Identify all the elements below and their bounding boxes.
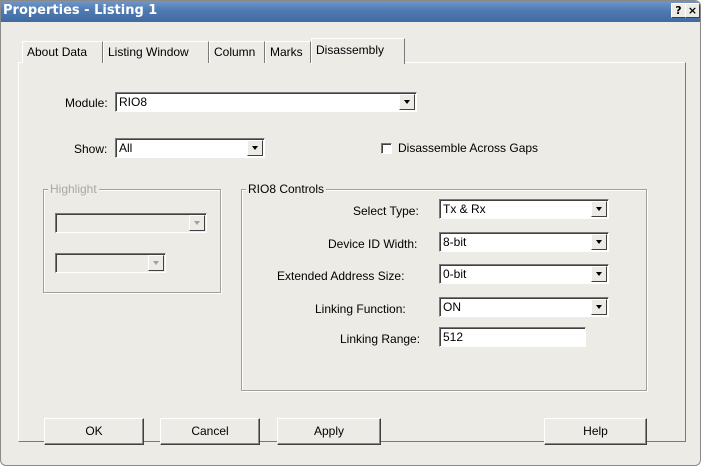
ok-button[interactable]: OK xyxy=(44,418,144,445)
title-bar: Properties - Listing 1 ? × xyxy=(1,1,700,22)
module-select[interactable]: RIO8 xyxy=(115,92,417,112)
chevron-down-icon xyxy=(148,255,164,271)
highlight-group: Highlight xyxy=(43,182,221,293)
highlight-select-2 xyxy=(55,253,166,273)
extended-address-size-value: 0-bit xyxy=(443,267,467,281)
module-label: Module: xyxy=(65,96,108,110)
linking-range-input[interactable]: 512 xyxy=(439,327,586,347)
linking-range-label: Linking Range: xyxy=(340,332,421,346)
rio8-controls-group: RIO8 Controls xyxy=(241,182,647,391)
window-title: Properties - Listing 1 xyxy=(3,3,158,18)
linking-function-select[interactable]: ON xyxy=(439,297,609,317)
chevron-down-icon[interactable] xyxy=(591,234,607,250)
device-id-width-label: Device ID Width: xyxy=(328,237,418,251)
linking-function-label: Linking Function: xyxy=(315,302,406,316)
extended-address-size-select[interactable]: 0-bit xyxy=(439,264,609,284)
tab-about-data[interactable]: About Data xyxy=(22,41,103,63)
chevron-down-icon[interactable] xyxy=(399,94,415,110)
chevron-down-icon[interactable] xyxy=(591,266,607,282)
disassemble-gaps-checkbox[interactable] xyxy=(381,143,392,154)
cancel-button[interactable]: Cancel xyxy=(160,418,260,445)
show-select[interactable]: All xyxy=(115,138,265,158)
device-id-width-select[interactable]: 8-bit xyxy=(439,232,609,252)
properties-dialog: Properties - Listing 1 ? × About Data Li… xyxy=(0,0,701,466)
tab-column[interactable]: Column xyxy=(209,41,265,63)
rio8-controls-title: RIO8 Controls xyxy=(246,182,327,196)
help-icon[interactable]: ? xyxy=(671,3,686,18)
chevron-down-icon xyxy=(189,215,205,231)
help-button[interactable]: Help xyxy=(544,418,647,445)
tab-disassembly[interactable]: Disassembly xyxy=(311,38,405,64)
show-label: Show: xyxy=(74,142,108,156)
select-type-select[interactable]: Tx & Rx xyxy=(439,199,609,219)
select-type-value: Tx & Rx xyxy=(443,202,486,216)
extended-address-size-label: Extended Address Size: xyxy=(277,269,405,283)
chevron-down-icon[interactable] xyxy=(591,201,607,217)
close-icon[interactable]: × xyxy=(685,3,700,18)
highlight-select-1 xyxy=(55,213,207,233)
module-value: RIO8 xyxy=(119,95,148,109)
select-type-label: Select Type: xyxy=(353,204,419,218)
highlight-group-title: Highlight xyxy=(48,182,99,196)
disassemble-gaps-label[interactable]: Disassemble Across Gaps xyxy=(398,141,538,155)
tab-listing-window[interactable]: Listing Window xyxy=(103,41,209,63)
tab-marks[interactable]: Marks xyxy=(265,41,311,63)
linking-function-value: ON xyxy=(443,300,461,314)
linking-range-value: 512 xyxy=(443,330,464,344)
chevron-down-icon[interactable] xyxy=(247,140,263,156)
chevron-down-icon[interactable] xyxy=(591,299,607,315)
device-id-width-value: 8-bit xyxy=(443,235,467,249)
apply-button[interactable]: Apply xyxy=(277,418,381,445)
show-value: All xyxy=(119,141,133,155)
